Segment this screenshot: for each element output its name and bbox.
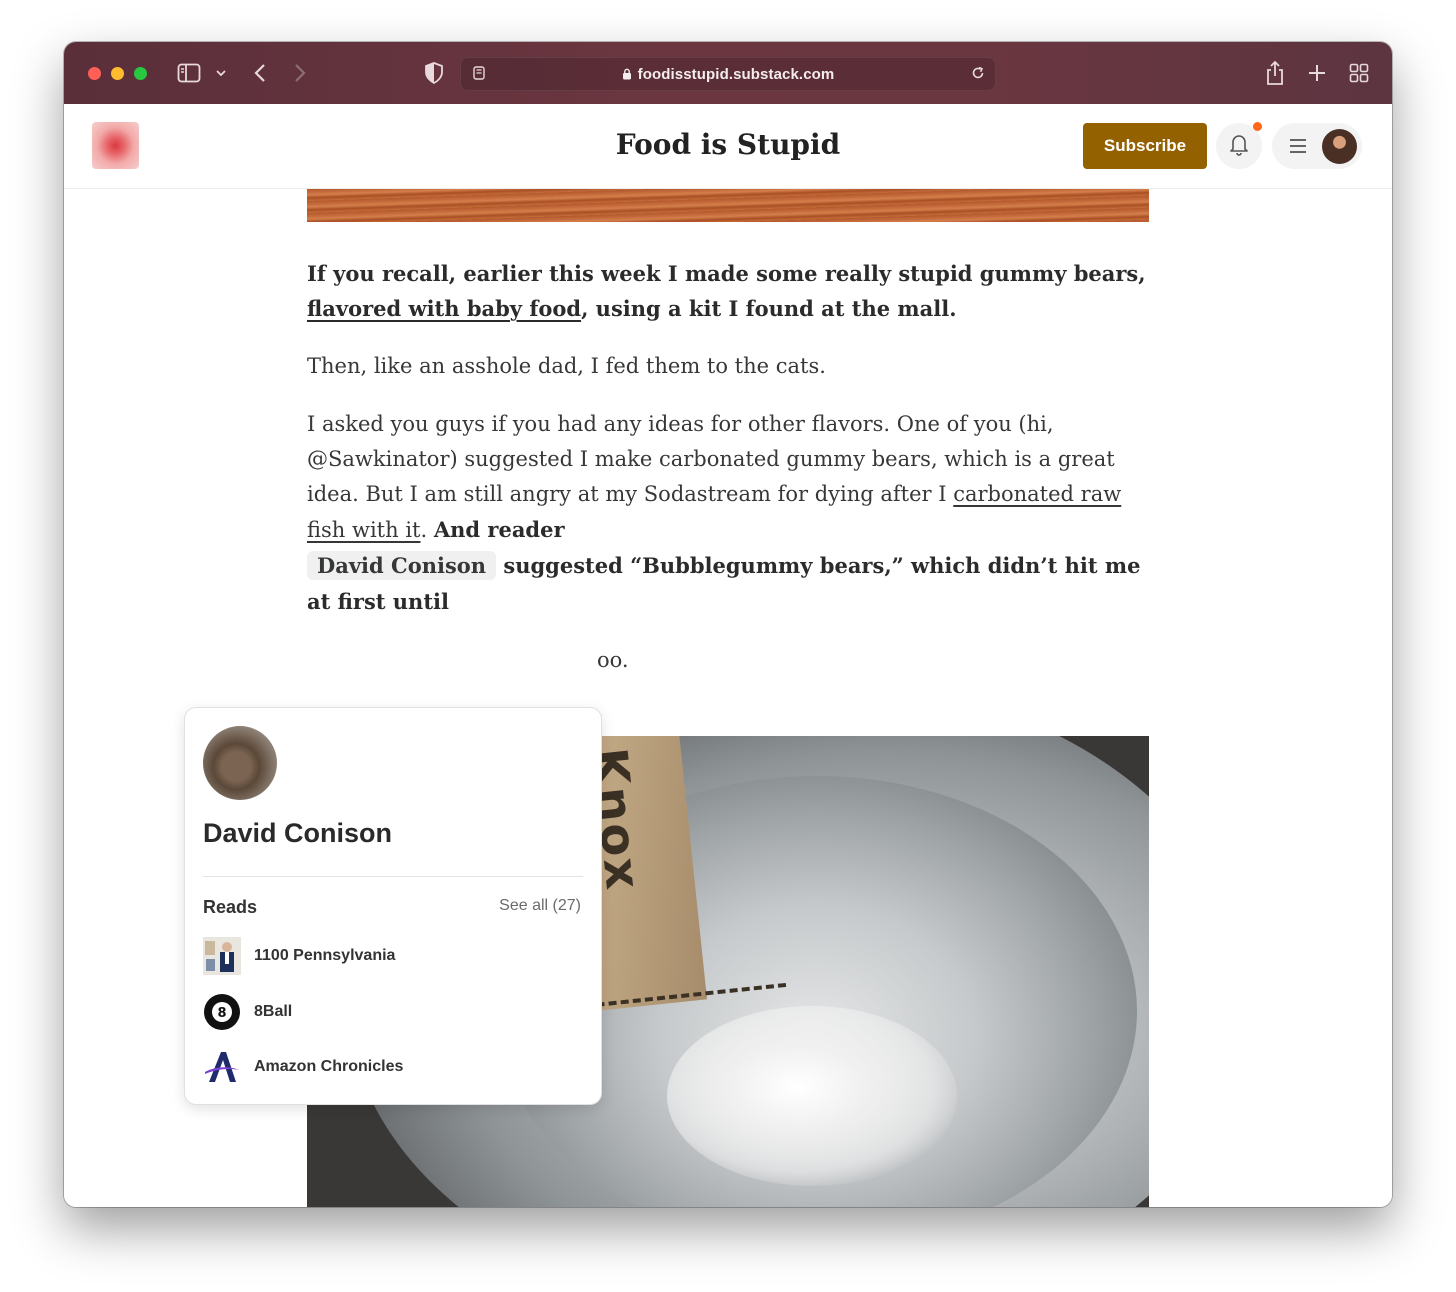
minimize-window-button[interactable] — [111, 67, 124, 80]
read-item-label: 8Ball — [254, 1003, 293, 1020]
article-content: If you recall, earlier this week I made … — [64, 189, 1392, 1207]
read-item-label: 1100 Pennsylvania — [254, 947, 396, 964]
url-text: foodisstupid.substack.com — [461, 66, 995, 83]
newsletter-thumbnail-icon — [203, 937, 241, 975]
8ball-logo-icon: 8 — [203, 993, 241, 1031]
subscribe-button[interactable]: Subscribe — [1083, 123, 1207, 169]
svg-text:8: 8 — [217, 1006, 226, 1021]
avatar — [1322, 129, 1357, 164]
baby-food-link[interactable]: flavored with baby food — [307, 296, 581, 321]
amazon-chronicles-logo-icon — [203, 1048, 241, 1086]
reads-heading: Reads — [203, 897, 258, 917]
privacy-shield-icon[interactable] — [423, 60, 445, 86]
mention-david-conison[interactable]: David Conison — [307, 551, 497, 580]
read-item-label: Amazon Chronicles — [254, 1058, 404, 1075]
browser-window: foodisstupid.substack.com Food is Stupid… — [64, 42, 1392, 1207]
paragraph-3: I asked you guys if you had any ideas fo… — [307, 412, 1141, 614]
menu-icon — [1289, 138, 1307, 159]
new-tab-icon[interactable] — [1305, 60, 1329, 86]
notification-badge — [1253, 122, 1262, 131]
maximize-window-button[interactable] — [134, 67, 147, 80]
paragraph-4-fragment: oo. — [597, 648, 629, 672]
lock-icon — [622, 66, 638, 83]
sidebar-toggle-icon[interactable] — [176, 60, 202, 86]
divider — [203, 876, 583, 877]
read-item[interactable]: 8 8Ball — [203, 993, 292, 1031]
profile-name[interactable]: David Conison — [203, 818, 392, 849]
site-header: Food is Stupid Subscribe — [64, 104, 1392, 189]
back-icon[interactable] — [250, 60, 270, 86]
address-bar[interactable]: foodisstupid.substack.com — [460, 57, 996, 91]
bell-icon — [1228, 132, 1250, 161]
read-item[interactable]: Amazon Chronicles — [203, 1048, 403, 1086]
gelatin-powder — [667, 1006, 957, 1186]
browser-toolbar: foodisstupid.substack.com — [64, 42, 1392, 105]
chevron-down-icon[interactable] — [214, 60, 228, 86]
url-label: foodisstupid.substack.com — [637, 66, 835, 83]
tab-overview-icon[interactable] — [1347, 60, 1371, 86]
share-icon[interactable] — [1263, 60, 1287, 86]
header-photo-bottom — [307, 189, 1149, 222]
profile-avatar[interactable] — [203, 726, 277, 800]
reload-icon[interactable] — [971, 66, 985, 85]
forward-icon[interactable] — [290, 60, 310, 86]
profile-hover-card: David Conison Reads See all (27) 1100 Pe… — [184, 707, 602, 1105]
paragraph-2: Then, like an asshole dad, I fed them to… — [307, 354, 826, 378]
article-body: If you recall, earlier this week I made … — [307, 256, 1149, 701]
see-all-link[interactable]: See all (27) — [499, 897, 581, 915]
read-item[interactable]: 1100 Pennsylvania — [203, 937, 395, 975]
paragraph-1: If you recall, earlier this week I made … — [307, 261, 1146, 321]
close-window-button[interactable] — [88, 67, 101, 80]
account-menu-button[interactable] — [1272, 123, 1362, 169]
